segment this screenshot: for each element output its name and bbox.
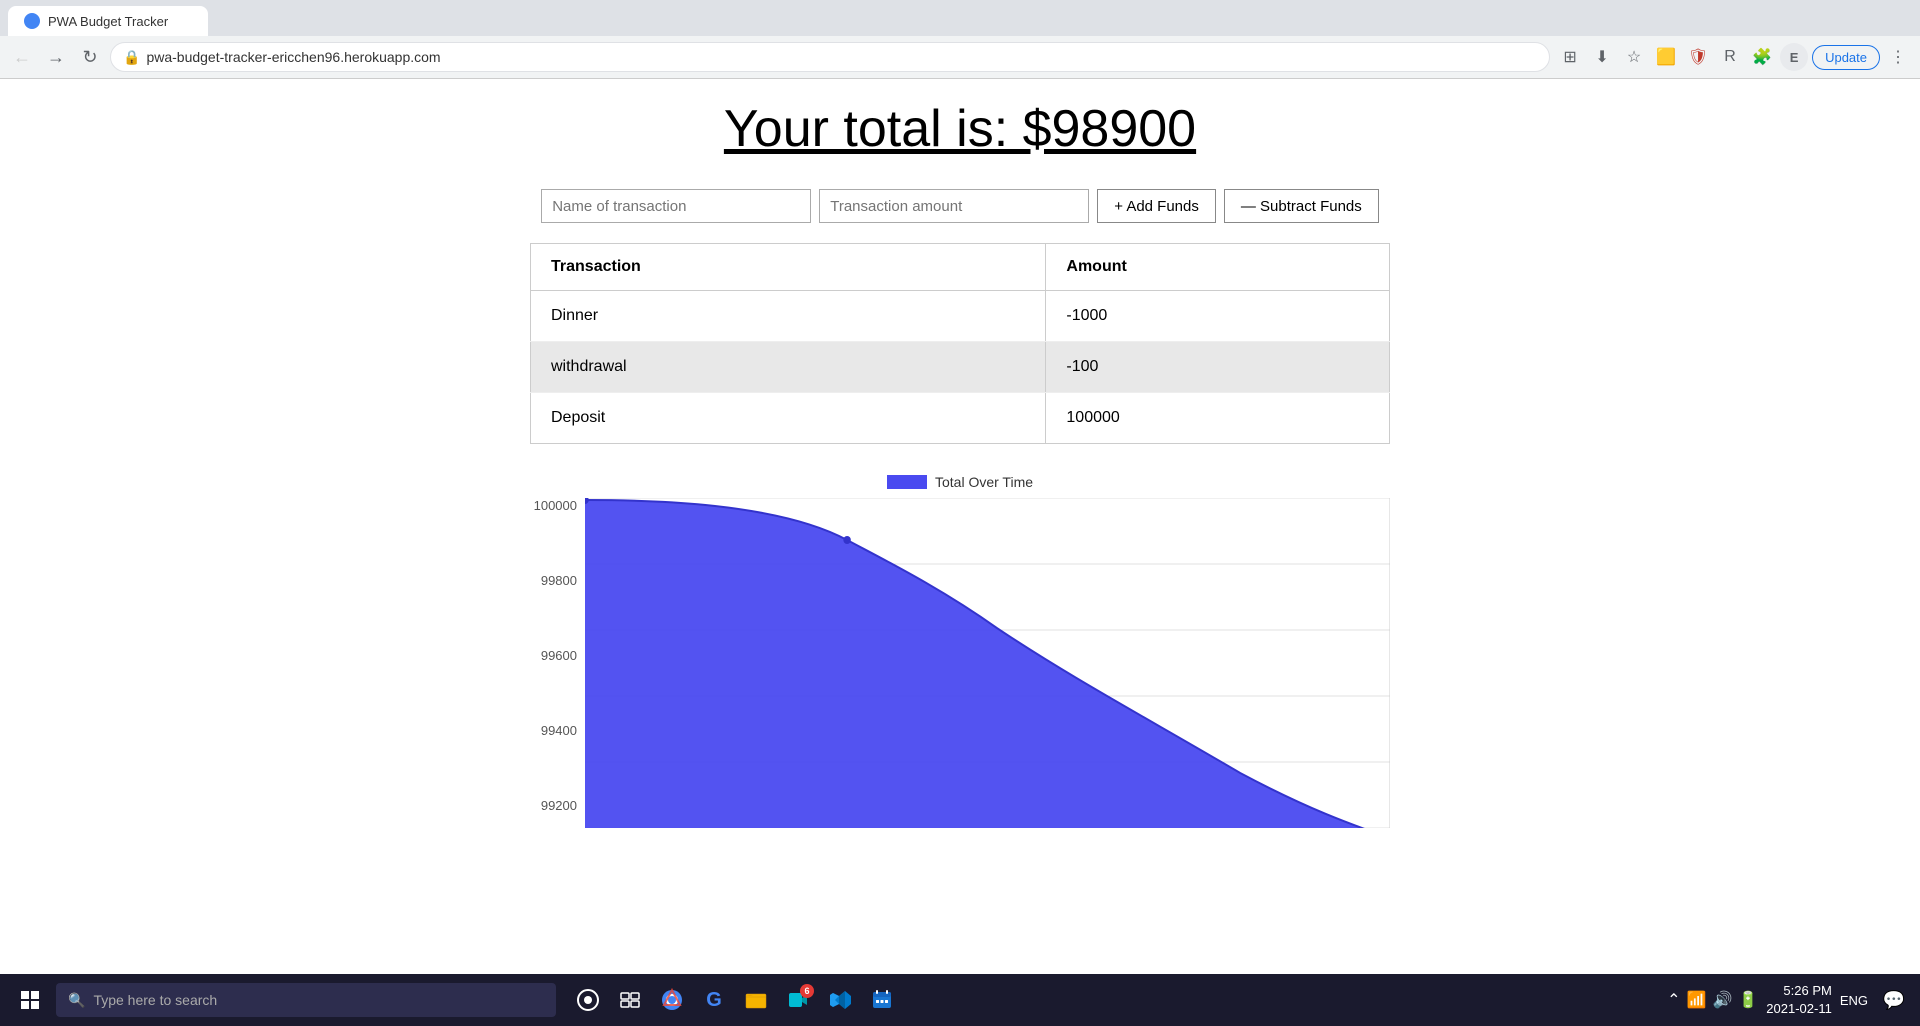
chart-svg-wrapper: 100000 99800 99600 99400 99200: [530, 498, 1390, 833]
taskbar-icon-meet[interactable]: 6: [778, 980, 818, 1020]
menu-icon[interactable]: ⋮: [1884, 43, 1912, 71]
y-axis-label: 99400: [530, 723, 577, 738]
y-axis-label: 99600: [530, 648, 577, 663]
back-button[interactable]: ←: [8, 43, 36, 71]
url-text: pwa-budget-tracker-ericchen96.herokuapp.…: [146, 49, 1537, 65]
y-axis-labels: 100000 99800 99600 99400 99200: [530, 498, 585, 833]
start-button[interactable]: [8, 978, 52, 1022]
browser-toolbar: ← → ↻ 🔒 pwa-budget-tracker-ericchen96.he…: [0, 36, 1920, 78]
taskbar: 🔍 Type here to search: [0, 974, 1920, 1026]
legend-label: Total Over Time: [935, 474, 1033, 490]
chevron-up-icon[interactable]: ⌃: [1667, 990, 1680, 1010]
amount-input[interactable]: [819, 189, 1089, 223]
chart-container: Total Over Time 100000 99800 99600 99400 992…: [530, 474, 1390, 854]
y-axis-label: 99200: [530, 798, 577, 813]
page-content: Your total is: $98900 + Add Funds — Subt…: [0, 79, 1920, 974]
chart-legend: Total Over Time: [530, 474, 1390, 490]
transaction-amount-cell: -1000: [1046, 291, 1390, 342]
taskbar-icon-vscode[interactable]: [820, 980, 860, 1020]
browser-tabs: PWA Budget Tracker: [0, 0, 1920, 36]
y-axis-label: 99800: [530, 573, 577, 588]
taskbar-icon-taskview[interactable]: [610, 980, 650, 1020]
taskbar-icon-calendar[interactable]: [862, 980, 902, 1020]
puzzle-icon[interactable]: 🧩: [1748, 43, 1776, 71]
transaction-name-cell: withdrawal: [531, 342, 1046, 393]
col-header-amount: Amount: [1046, 244, 1390, 291]
system-icons: ⌃ 📶 🔊 🔋: [1667, 990, 1758, 1010]
name-input[interactable]: [541, 189, 811, 223]
transaction-form: + Add Funds — Subtract Funds: [530, 189, 1390, 223]
forward-button[interactable]: →: [42, 43, 70, 71]
lang-indicator: ENG: [1840, 993, 1868, 1008]
transaction-table: Transaction Amount Dinner-1000withdrawal…: [530, 243, 1390, 444]
extension3-icon[interactable]: R: [1716, 43, 1744, 71]
table-row: Deposit100000: [531, 393, 1390, 444]
toolbar-icons: ⊞ ⬇ ☆ 🟨 🛡 R 🧩 E Update ⋮: [1556, 43, 1912, 71]
profile-button[interactable]: E: [1780, 43, 1808, 71]
time-display: 5:26 PM 2021-02-11: [1766, 982, 1832, 1018]
col-header-transaction: Transaction: [531, 244, 1046, 291]
speaker-icon: 🔊: [1712, 990, 1732, 1010]
legend-color: [887, 475, 927, 489]
taskbar-icon-explorer[interactable]: [736, 980, 776, 1020]
extension1-icon[interactable]: 🟨: [1652, 43, 1680, 71]
transaction-amount-cell: 100000: [1046, 393, 1390, 444]
extension2-icon[interactable]: 🛡: [1684, 43, 1712, 71]
search-placeholder: Type here to search: [93, 992, 217, 1008]
reload-button[interactable]: ↻: [76, 43, 104, 71]
download-icon[interactable]: ⬇: [1588, 43, 1616, 71]
transaction-name-cell: Deposit: [531, 393, 1046, 444]
browser-chrome: PWA Budget Tracker ← → ↻ 🔒 pwa-budget-tr…: [0, 0, 1920, 79]
taskbar-icon-google[interactable]: G: [694, 980, 734, 1020]
tab-title: PWA Budget Tracker: [48, 14, 168, 29]
taskbar-search[interactable]: 🔍 Type here to search: [56, 983, 556, 1017]
notification-button[interactable]: 💬: [1876, 982, 1912, 1018]
chart-svg-area: [585, 498, 1390, 833]
update-button[interactable]: Update: [1812, 45, 1880, 70]
taskbar-icon-chrome[interactable]: [652, 980, 692, 1020]
taskbar-right: ⌃ 📶 🔊 🔋 5:26 PM 2021-02-11 ENG 💬: [1667, 982, 1912, 1018]
add-funds-button[interactable]: + Add Funds: [1097, 189, 1216, 223]
address-bar[interactable]: 🔒 pwa-budget-tracker-ericchen96.herokuap…: [110, 42, 1550, 72]
transaction-amount-cell: -100: [1046, 342, 1390, 393]
extensions-icon[interactable]: ⊞: [1556, 43, 1584, 71]
search-icon: 🔍: [68, 992, 85, 1009]
transaction-name-cell: Dinner: [531, 291, 1046, 342]
date: 2021-02-11: [1766, 1000, 1832, 1018]
lock-icon: 🔒: [123, 49, 140, 66]
taskbar-icon-cortana[interactable]: [568, 980, 608, 1020]
active-tab[interactable]: PWA Budget Tracker: [8, 6, 208, 36]
network-icon: 📶: [1687, 990, 1707, 1010]
subtract-funds-button[interactable]: — Subtract Funds: [1224, 189, 1379, 223]
table-row: Dinner-1000: [531, 291, 1390, 342]
battery-icon: 🔋: [1738, 990, 1758, 1010]
meet-badge: 6: [800, 984, 814, 998]
time: 5:26 PM: [1766, 982, 1832, 1000]
y-axis-label: 100000: [530, 498, 577, 513]
bookmark-icon[interactable]: ☆: [1620, 43, 1648, 71]
windows-icon: [21, 991, 39, 1009]
taskbar-app-icons: G 6: [568, 980, 902, 1020]
tab-favicon: [24, 13, 40, 29]
table-row: withdrawal-100: [531, 342, 1390, 393]
page-title: Your total is: $98900: [530, 99, 1390, 159]
chart-svg: [585, 498, 1390, 828]
